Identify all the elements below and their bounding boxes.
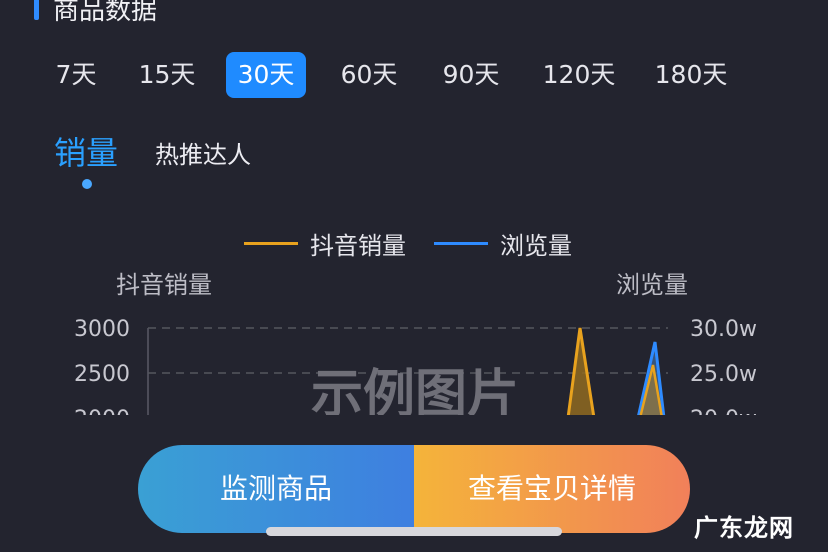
active-tab-indicator	[82, 179, 92, 189]
section-title: 商品数据	[53, 0, 158, 26]
left-axis-title: 抖音销量	[116, 271, 212, 299]
legend-label-sales[interactable]: 抖音销量	[310, 226, 406, 261]
left-tick-label: 2500	[74, 362, 130, 387]
right-tick-label: 25.0w	[690, 362, 757, 387]
right-tick-label: 20.0w	[690, 407, 757, 415]
tab-hot-influencers[interactable]: 热推达人	[155, 135, 251, 170]
home-indicator[interactable]	[266, 527, 562, 536]
range-tab-30[interactable]: 30天	[226, 52, 306, 98]
section-accent-bar	[34, 0, 39, 20]
range-tab-90[interactable]: 90天	[440, 52, 502, 98]
range-tab-180[interactable]: 180天	[654, 52, 728, 98]
chart-legend: 抖音销量 浏览量	[244, 226, 600, 261]
left-tick-label: 3000	[74, 317, 130, 342]
tab-sales[interactable]: 销量	[54, 128, 118, 174]
range-tab-120[interactable]: 120天	[542, 52, 616, 98]
right-axis-title: 浏览量	[616, 271, 688, 299]
left-tick-label: 2000	[74, 407, 130, 415]
site-watermark-logo: 广东龙网	[694, 514, 794, 542]
monitor-product-button[interactable]: 监测商品	[138, 445, 414, 533]
legend-label-views[interactable]: 浏览量	[500, 226, 572, 261]
right-tick-label: 30.0w	[690, 317, 757, 342]
range-tab-7[interactable]: 7天	[52, 52, 100, 98]
view-item-details-button[interactable]: 查看宝贝详情	[414, 445, 690, 533]
range-tab-15[interactable]: 15天	[138, 52, 196, 98]
section-header: 商品数据	[34, 0, 157, 27]
legend-swatch-views	[434, 242, 488, 245]
time-range-tabs: 7天 15天 30天 60天 90天 120天 180天	[0, 52, 828, 98]
legend-swatch-sales	[244, 242, 298, 245]
range-tab-60[interactable]: 60天	[338, 52, 400, 98]
sample-image-watermark: 示例图片	[311, 365, 519, 415]
sales-views-chart: 3000 2500 2000 30.0w 25.0w 20.0w 示例图片	[74, 317, 757, 415]
